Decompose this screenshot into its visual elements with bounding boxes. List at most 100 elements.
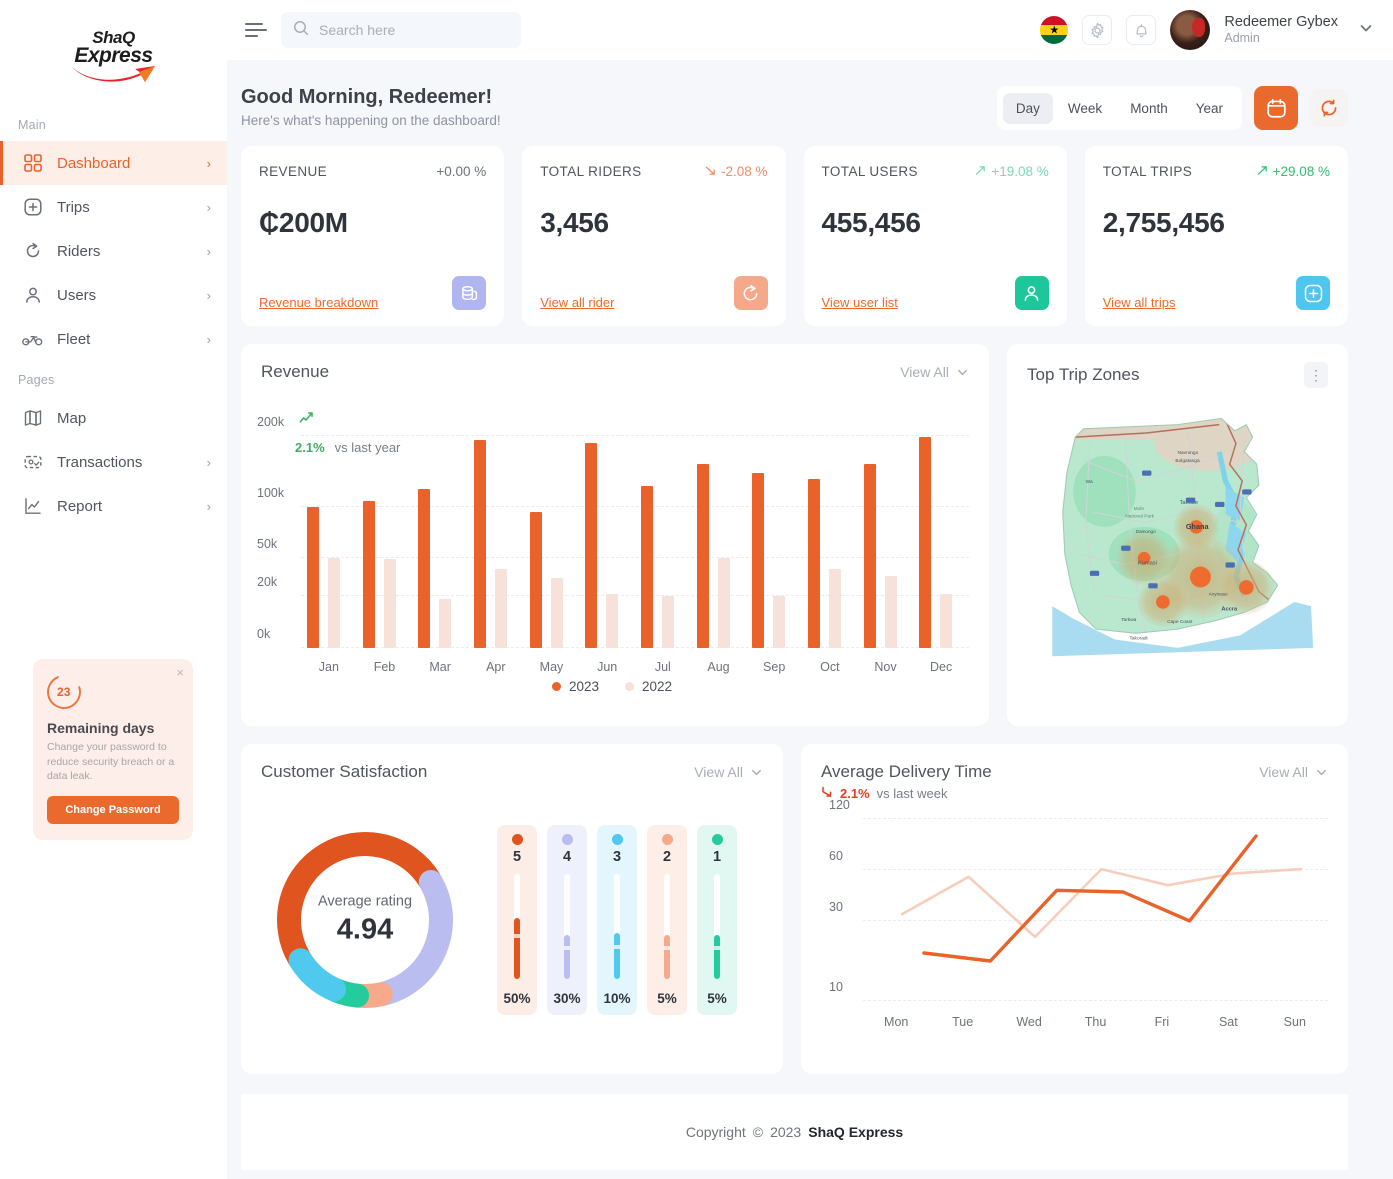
- bar-2022[interactable]: [495, 569, 507, 648]
- bar-2022[interactable]: [384, 559, 396, 648]
- avatar[interactable]: [1170, 10, 1210, 50]
- chevron-right-icon: ›: [207, 499, 211, 514]
- bar-2022[interactable]: [662, 596, 674, 648]
- period-option-year[interactable]: Year: [1183, 93, 1236, 124]
- sidebar-item-dashboard[interactable]: Dashboard ›: [0, 141, 227, 185]
- rating-column-2[interactable]: 25%: [647, 825, 687, 1015]
- bar-2022[interactable]: [328, 558, 340, 648]
- bar-2022[interactable]: [885, 576, 897, 648]
- search-input[interactable]: [319, 22, 509, 38]
- kpi-link[interactable]: View all trips: [1103, 295, 1176, 310]
- bar-2023[interactable]: [919, 437, 931, 648]
- bar-2022[interactable]: [551, 578, 563, 648]
- legend-label: 2023: [569, 679, 599, 694]
- period-option-day[interactable]: Day: [1003, 93, 1053, 124]
- period-option-week[interactable]: Week: [1055, 93, 1115, 124]
- bar-2022[interactable]: [439, 599, 451, 648]
- kpi-delta: -2.08 %: [705, 164, 768, 179]
- bar-2022[interactable]: [773, 596, 785, 648]
- ghana-flag-icon[interactable]: ★: [1040, 16, 1068, 44]
- line-this-week[interactable]: [924, 836, 1256, 961]
- remaining-days-count: 23: [57, 685, 70, 699]
- user-role: Admin: [1224, 31, 1338, 47]
- menu-toggle-icon[interactable]: [245, 23, 267, 37]
- svg-text:Navrongo: Navrongo: [1178, 450, 1199, 456]
- period-option-month[interactable]: Month: [1117, 93, 1181, 124]
- bar-2023[interactable]: [697, 464, 709, 648]
- calendar-button[interactable]: [1254, 86, 1298, 130]
- donut-segment-3[interactable]: [301, 960, 335, 989]
- bar-group: Nov: [858, 436, 914, 648]
- chevron-down-icon: [956, 366, 969, 379]
- sidebar-item-fleet[interactable]: Fleet ›: [0, 317, 227, 361]
- more-options-icon[interactable]: ⋮: [1304, 362, 1328, 388]
- legend-label: 2022: [642, 679, 672, 694]
- bar-2022[interactable]: [940, 594, 952, 648]
- rating-column-5[interactable]: 550%: [497, 825, 537, 1015]
- rating-column-1[interactable]: 15%: [697, 825, 737, 1015]
- rating-track: [714, 874, 720, 979]
- bar-2023[interactable]: [752, 473, 764, 648]
- bar-2023[interactable]: [363, 501, 375, 648]
- search-box[interactable]: [281, 12, 521, 48]
- sidebar-item-map[interactable]: Map: [0, 396, 227, 440]
- user-name: Redeemer Gybex: [1224, 13, 1338, 31]
- kpi-link[interactable]: Revenue breakdown: [259, 295, 378, 310]
- change-password-button[interactable]: Change Password: [47, 796, 179, 824]
- rating-percent: 50%: [503, 991, 530, 1006]
- brand-logo[interactable]: ShaQ Express: [0, 0, 227, 106]
- kpi-card-total-users: TOTAL USERS +19.08 % 455,456 View user l…: [804, 146, 1067, 326]
- revenue-view-all-button[interactable]: View All: [900, 364, 969, 380]
- bar-2022[interactable]: [606, 594, 618, 648]
- csat-view-all-button[interactable]: View All: [694, 764, 763, 780]
- bar-group: Oct: [802, 436, 858, 648]
- bar-2023[interactable]: [808, 479, 820, 648]
- sidebar-item-riders[interactable]: Riders ›: [0, 229, 227, 273]
- top-trip-zones-panel: Top Trip Zones ⋮: [1007, 344, 1348, 726]
- kpi-row: REVENUE +0.00 % ₵200M Revenue breakdown …: [241, 146, 1348, 326]
- kpi-value: 455,456: [822, 207, 1049, 239]
- revenue-chart: 2.1% vs last year 0k20k50k100k200kJanFeb…: [255, 388, 969, 688]
- panel-title: Top Trip Zones: [1027, 365, 1139, 385]
- rating-number: 1: [713, 849, 721, 865]
- legend-item-2022: 2022: [625, 679, 672, 694]
- report-chart-icon: [22, 496, 43, 517]
- kpi-link[interactable]: View user list: [822, 295, 898, 310]
- bar-2023[interactable]: [418, 489, 430, 648]
- bar-group: Feb: [357, 436, 413, 648]
- adt-view-all-button[interactable]: View All: [1259, 764, 1328, 780]
- close-icon[interactable]: ×: [176, 665, 184, 680]
- notifications-button[interactable]: [1126, 15, 1156, 45]
- x-axis-tick: Tue: [952, 1015, 973, 1029]
- chevron-down-icon[interactable]: [1358, 20, 1374, 40]
- x-axis-tick: Apr: [468, 660, 524, 674]
- settings-gear-button[interactable]: [1082, 15, 1112, 45]
- bar-2023[interactable]: [864, 464, 876, 648]
- bar-group: Mar: [412, 436, 468, 648]
- rating-column-4[interactable]: 430%: [547, 825, 587, 1015]
- sidebar-item-report[interactable]: Report ›: [0, 484, 227, 528]
- y-axis-tick: 30: [829, 900, 843, 914]
- bar-2023[interactable]: [474, 440, 486, 648]
- satisfaction-donut-chart: Average rating 4.94: [265, 820, 465, 1020]
- bar-2023[interactable]: [307, 507, 319, 648]
- rating-column-3[interactable]: 310%: [597, 825, 637, 1015]
- bar-2022[interactable]: [718, 558, 730, 648]
- sidebar-item-transactions[interactable]: Transactions ›: [0, 440, 227, 484]
- svg-text:Ghana: Ghana: [1186, 522, 1210, 531]
- ghana-map[interactable]: Ghana Tamale Kumasi Accra Cape Coast Tar…: [1021, 396, 1334, 712]
- top-bar: ★ Redeemer Gybex Admin: [227, 0, 1393, 60]
- sidebar-item-trips[interactable]: Trips ›: [0, 185, 227, 229]
- chevron-down-icon: [750, 766, 763, 779]
- rating-track: [564, 874, 570, 979]
- svg-text:Cape Coast: Cape Coast: [1167, 619, 1193, 625]
- svg-text:Accra: Accra: [1221, 606, 1238, 612]
- bar-2022[interactable]: [829, 569, 841, 648]
- bar-2023[interactable]: [585, 443, 597, 648]
- kpi-link[interactable]: View all rider: [540, 295, 614, 310]
- sidebar-item-users[interactable]: Users ›: [0, 273, 227, 317]
- bar-2023[interactable]: [530, 512, 542, 648]
- line-last-week[interactable]: [902, 869, 1301, 937]
- bar-2023[interactable]: [641, 486, 653, 648]
- refresh-button[interactable]: [1310, 89, 1348, 127]
